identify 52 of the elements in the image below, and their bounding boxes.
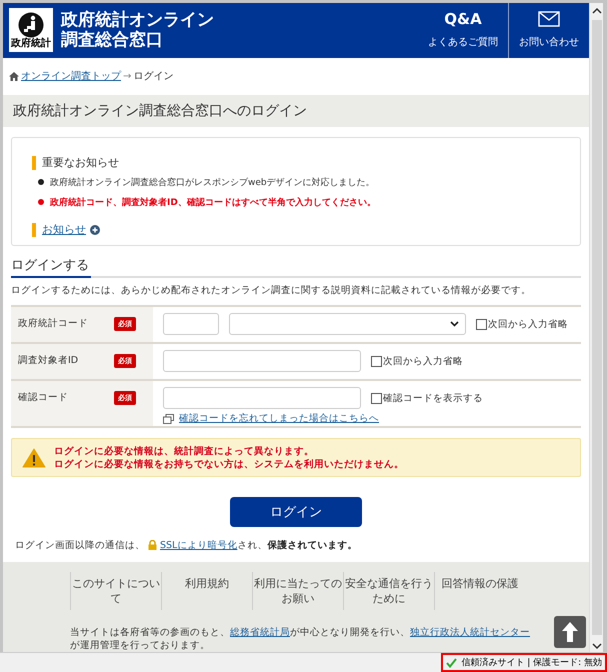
breadcrumb-link[interactable]: オンライン調査トップ bbox=[21, 69, 121, 84]
footer-note: 当サイトは各府省等の参画のもと、総務省統計局が中心となり開発を行い、独立行政法人統計センター が運用管理を行っております。 bbox=[70, 626, 530, 652]
site-title: 政府統計オンライン 調査総合窓口 bbox=[61, 10, 214, 50]
login-button[interactable]: ログイン bbox=[230, 496, 362, 527]
login-description: ログインするためには、あらかじめ配布されたオンライン調査に関する説明資料に記載されている情報が必要です。 bbox=[11, 284, 532, 298]
chevron-icon bbox=[450, 321, 459, 328]
arrow-up-icon bbox=[562, 622, 578, 642]
code-input[interactable] bbox=[163, 387, 361, 410]
footer-link[interactable]: 安全な通信を行うために bbox=[344, 576, 434, 606]
scroll-top-button[interactable] bbox=[554, 616, 586, 648]
home-icon bbox=[9, 72, 19, 81]
field-label: 調査対象者ID bbox=[18, 354, 80, 368]
page-title: 政府統計オンライン調査総合窓口へのログイン bbox=[3, 94, 590, 127]
notice-heading: 重要なお知らせ bbox=[32, 156, 560, 170]
envelope-icon bbox=[538, 11, 560, 28]
warning-text: ログインに必要な情報をお持ちでない方は、システムを利用いただけません。 bbox=[54, 458, 404, 471]
scrollbar-thumb[interactable] bbox=[592, 20, 602, 635]
forgot-code-link[interactable]: 確認コードを忘れてしまった場合はこちらへ bbox=[179, 412, 379, 426]
code-input[interactable] bbox=[163, 313, 219, 336]
field-label: 確認コード bbox=[18, 391, 69, 404]
section-heading: ログインする bbox=[11, 256, 91, 278]
security-text: ログイン画面以降の通信は、 bbox=[15, 538, 145, 552]
warning-icon bbox=[22, 448, 46, 468]
breadcrumb-separator: → bbox=[123, 70, 132, 82]
logo: 政府統計 bbox=[9, 8, 53, 52]
check-icon bbox=[446, 658, 458, 668]
text-link[interactable]: 総務省統計局 bbox=[230, 626, 290, 638]
faq-link[interactable]: Q&A よくあるご質問 bbox=[418, 3, 508, 58]
security-note: SSLにより暗号化され、保護されています。 bbox=[160, 538, 358, 552]
notice-text: 政府統計コード、調査対象者ID、確認コードはすべて半角で入力してください。 bbox=[50, 196, 376, 209]
plus-circle-icon bbox=[90, 224, 100, 235]
news-link[interactable]: お知らせ bbox=[42, 222, 86, 237]
checkbox-label: 次回から入力省略 bbox=[383, 354, 463, 368]
footer-link[interactable]: 利用規約 bbox=[162, 576, 252, 591]
footer-link[interactable]: 利用に当たってのお願い bbox=[253, 576, 343, 606]
footer-link[interactable]: 回答情報の保護 bbox=[435, 576, 525, 591]
text-link[interactable]: 独立行政法人統計センター bbox=[410, 626, 530, 638]
checkbox[interactable] bbox=[371, 356, 382, 367]
checkbox[interactable] bbox=[371, 392, 382, 404]
id-input[interactable] bbox=[163, 350, 361, 372]
warning-text: ログインに必要な情報は、統計調査によって異なります。 bbox=[54, 444, 315, 458]
notice-text: 政府統計オンライン調査総合窓口がレスポンシブwebデザインに対応しました。 bbox=[50, 176, 375, 189]
checkbox-label: 確認コードを表示する bbox=[383, 392, 483, 405]
text-link[interactable]: SSLにより暗号化 bbox=[160, 540, 238, 551]
checkbox[interactable] bbox=[476, 318, 487, 330]
breadcrumb-current: ログイン bbox=[133, 70, 174, 84]
checkbox-label: 次回から入力省略 bbox=[488, 318, 568, 331]
window-icon bbox=[163, 414, 174, 424]
field-label: 政府統計コード bbox=[18, 317, 89, 330]
zone-text: 信頼済みサイト | 保護モード: 無効 bbox=[461, 656, 602, 669]
lock-icon bbox=[148, 540, 157, 550]
footer-link[interactable]: このサイトについて bbox=[71, 576, 161, 606]
